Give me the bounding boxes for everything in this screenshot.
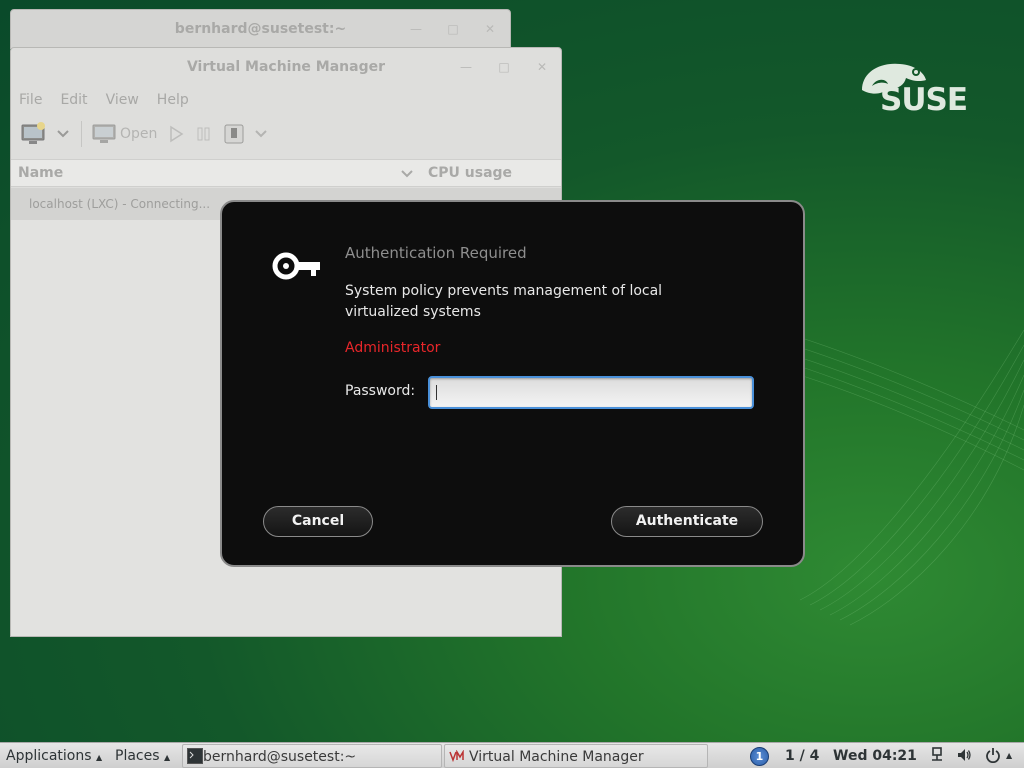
vmm-title: Virtual Machine Manager xyxy=(186,59,386,75)
vmm-toolbar: Open xyxy=(11,114,561,154)
terminal-icon xyxy=(187,748,203,764)
new-vm-dropdown[interactable] xyxy=(57,130,69,138)
play-icon xyxy=(170,125,184,143)
menu-help[interactable]: Help xyxy=(157,92,189,108)
terminal-window[interactable]: bernhard@susetest:~ — □ ✕ xyxy=(10,9,511,49)
close-icon[interactable]: ✕ xyxy=(530,48,554,86)
power-off-icon xyxy=(224,124,244,144)
chevron-down-icon xyxy=(57,130,69,138)
pause-icon xyxy=(197,127,210,141)
monitor-icon xyxy=(92,124,116,143)
password-label: Password: xyxy=(345,383,416,399)
terminal-titlebar[interactable]: bernhard@susetest:~ — □ ✕ xyxy=(11,10,510,48)
password-field[interactable] xyxy=(428,376,754,409)
taskbar-item-vmm[interactable]: Virtual Machine Manager xyxy=(444,744,708,768)
places-menu[interactable]: Places ▲ xyxy=(115,743,170,768)
vmm-menubar: File Edit View Help xyxy=(11,86,561,114)
workspace-indicator[interactable]: 1 / 4 xyxy=(785,743,819,768)
column-menu-chevron-icon[interactable] xyxy=(401,164,413,186)
applications-menu[interactable]: Applications ▲ xyxy=(6,743,102,768)
menu-edit[interactable]: Edit xyxy=(60,92,87,108)
shutdown-dropdown[interactable] xyxy=(255,130,268,138)
suse-wordmark: SUSE xyxy=(880,82,968,118)
suse-logo: SUSE xyxy=(858,60,980,120)
maximize-icon[interactable]: □ xyxy=(441,10,465,48)
triangle-up-icon[interactable]: ▲ xyxy=(1006,743,1012,768)
power-icon[interactable] xyxy=(985,743,1001,768)
auth-user-label[interactable]: Administrator xyxy=(345,340,440,356)
run-button[interactable] xyxy=(167,125,185,143)
close-icon[interactable]: ✕ xyxy=(478,10,502,48)
dialog-title: Authentication Required xyxy=(345,244,527,262)
taskbar-terminal-label: bernhard@susetest:~ xyxy=(203,749,357,765)
text-cursor xyxy=(436,385,437,400)
vm-connection-name: localhost (LXC) - Connecting... xyxy=(29,197,211,211)
pause-button[interactable] xyxy=(195,125,213,143)
authenticate-button[interactable]: Authenticate xyxy=(611,506,763,537)
workspace-badge[interactable]: 1 xyxy=(750,747,769,766)
menu-view[interactable]: View xyxy=(106,92,139,108)
vmm-titlebar[interactable]: Virtual Machine Manager — □ ✕ xyxy=(11,48,561,86)
bottom-panel: Applications ▲ Places ▲ bernhard@susetes… xyxy=(0,742,1024,768)
auth-dialog: Authentication Required System policy pr… xyxy=(220,200,805,567)
vmm-icon xyxy=(449,749,464,763)
network-icon[interactable] xyxy=(930,743,944,768)
vm-list-header: Name CPU usage xyxy=(11,159,561,187)
maximize-icon[interactable]: □ xyxy=(492,48,516,86)
applications-label: Applications xyxy=(6,748,92,764)
open-button[interactable]: Open xyxy=(92,123,157,145)
dialog-message: System policy prevents management of loc… xyxy=(345,283,663,320)
column-cpu-usage[interactable]: CPU usage xyxy=(428,165,512,181)
terminal-title: bernhard@susetest:~ xyxy=(174,21,347,37)
column-name[interactable]: Name xyxy=(18,165,63,181)
taskbar-vmm-label: Virtual Machine Manager xyxy=(469,749,644,765)
minimize-icon[interactable]: — xyxy=(404,10,428,48)
triangle-up-icon: ▲ xyxy=(163,753,171,762)
new-vm-icon xyxy=(21,122,45,144)
open-label: Open xyxy=(120,126,158,142)
menu-file[interactable]: File xyxy=(19,92,42,108)
taskbar-item-terminal[interactable]: bernhard@susetest:~ xyxy=(182,744,442,768)
places-label: Places xyxy=(115,748,160,764)
cancel-button[interactable]: Cancel xyxy=(263,506,373,537)
triangle-up-icon: ▲ xyxy=(95,753,103,762)
chevron-down-icon xyxy=(255,130,268,138)
shutdown-button[interactable] xyxy=(223,123,245,145)
minimize-icon[interactable]: — xyxy=(454,48,478,86)
volume-icon[interactable] xyxy=(956,743,972,768)
key-icon xyxy=(272,252,320,280)
toolbar-separator xyxy=(81,121,82,147)
clock[interactable]: Wed 04:21 xyxy=(833,743,917,768)
new-vm-button[interactable] xyxy=(21,122,47,146)
